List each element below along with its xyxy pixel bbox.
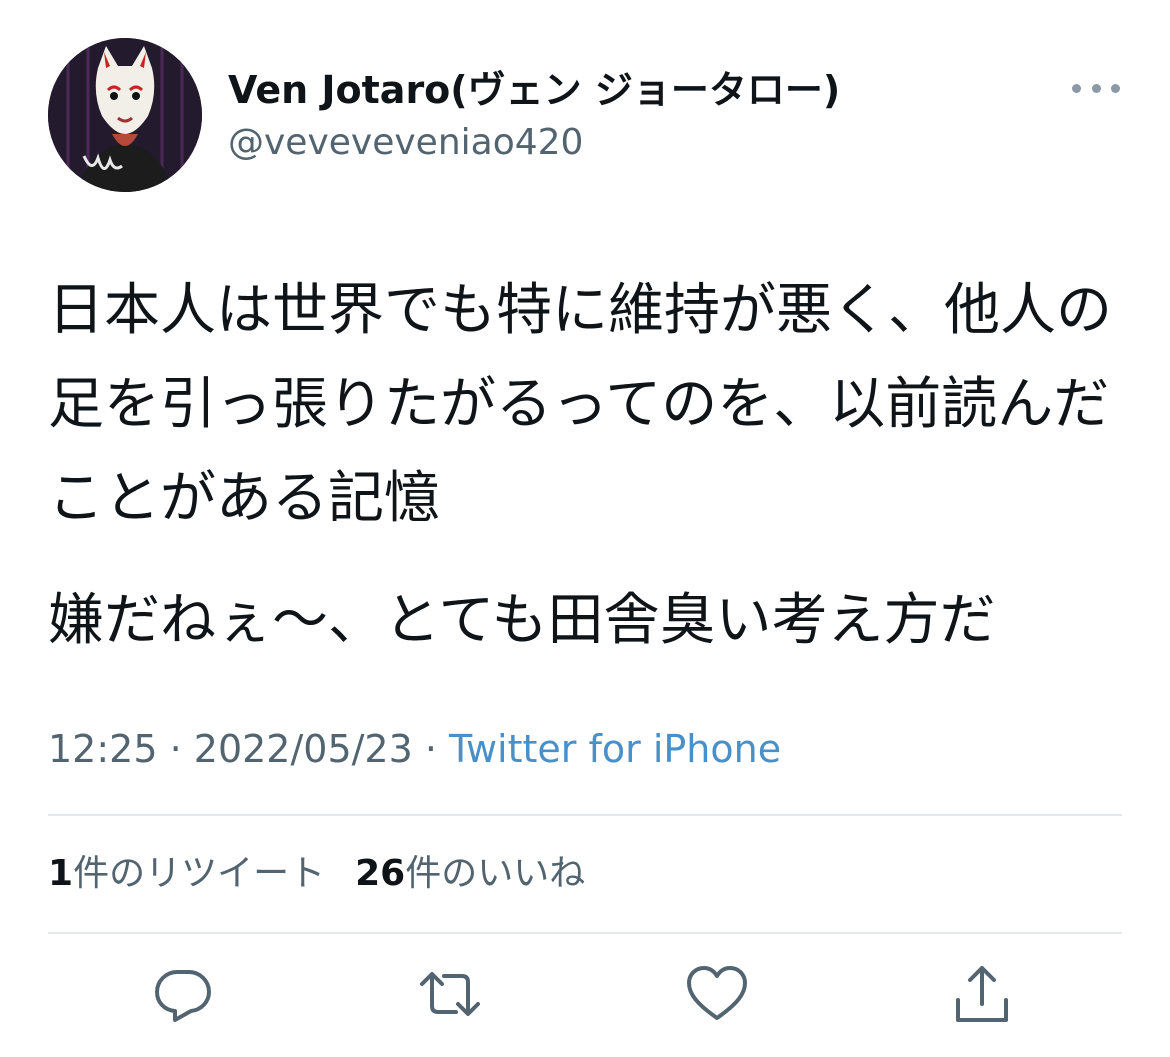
retweets-stat[interactable]: 1件のリツイート	[48, 853, 325, 894]
avatar[interactable]	[48, 38, 202, 192]
more-options-button[interactable]	[1072, 76, 1120, 100]
tweet-paragraph: 嫌だねぇ〜、とても田舎臭い考え方だ	[48, 588, 996, 653]
likes-stat[interactable]: 26件のいいね	[355, 853, 585, 894]
tweet-source-link[interactable]: Twitter for iPhone	[449, 727, 781, 771]
tweet-meta: 12:25 · 2022/05/23 · Twitter for iPhone	[48, 724, 781, 774]
tweet-detail: Ven Jotaro(ヴェン ジョータロー) @veveveveniao420 …	[0, 0, 1170, 1057]
avatar-image	[48, 38, 202, 192]
tweet-text: 日本人は世界でも特に維持が悪く、他人の足を引っ張りたがるってのを、以前読んだこと…	[48, 264, 1128, 668]
divider	[48, 814, 1122, 816]
retweet-icon	[420, 972, 480, 1016]
more-horizontal-icon-dot	[1091, 83, 1101, 93]
author-handle[interactable]: @veveveveniao420	[228, 120, 583, 166]
retweet-button[interactable]	[418, 962, 482, 1026]
meta-separator: ·	[412, 727, 450, 771]
action-bar	[0, 962, 1170, 1032]
author-display-name[interactable]: Ven Jotaro(ヴェン ジョータロー)	[228, 66, 840, 114]
heart-icon	[687, 966, 747, 1020]
divider	[48, 932, 1122, 934]
reply-button[interactable]	[151, 962, 215, 1026]
share-button[interactable]	[950, 962, 1014, 1026]
more-horizontal-icon-dot	[1111, 83, 1120, 93]
retweets-label: 件のリツイート	[73, 853, 326, 894]
tweet-time[interactable]: 12:25	[48, 727, 158, 771]
tweet-paragraph: 日本人は世界でも特に維持が悪く、他人の足を引っ張りたがるってのを、以前読んだこと…	[48, 278, 1112, 531]
reply-icon	[155, 970, 211, 1022]
tweet-date[interactable]: 2022/05/23	[194, 727, 413, 771]
more-horizontal-icon	[1072, 83, 1081, 93]
likes-count: 26	[355, 853, 406, 894]
meta-separator: ·	[157, 727, 194, 771]
likes-label: 件のいいね	[405, 853, 586, 894]
retweets-count: 1	[48, 853, 74, 894]
tweet-stats: 1件のリツイート 26件のいいね	[48, 850, 585, 898]
like-button[interactable]	[685, 962, 749, 1026]
share-icon	[956, 966, 1008, 1022]
